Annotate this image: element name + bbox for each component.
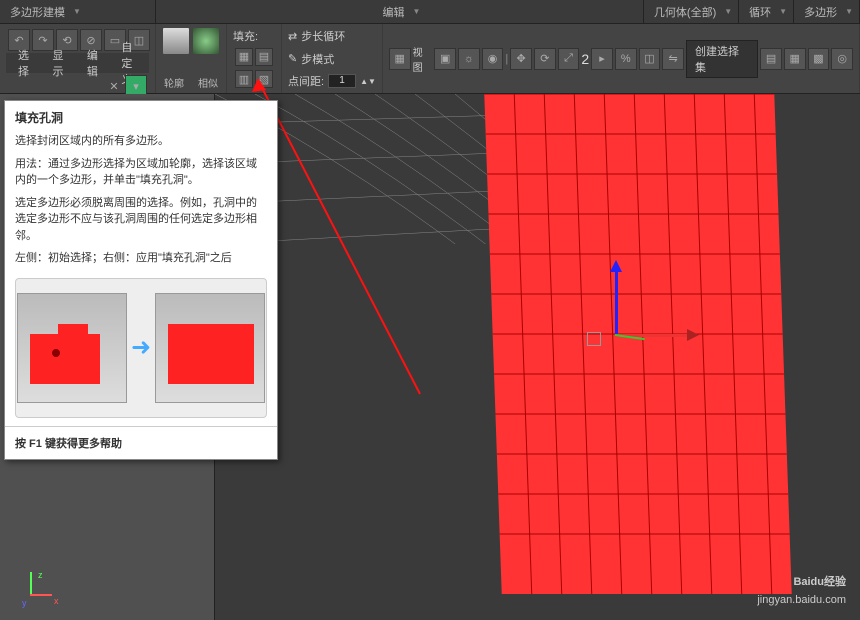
outline-tool-icon[interactable] <box>162 27 190 55</box>
chevron-down-icon: ▼ <box>845 7 853 16</box>
chevron-down-icon: ▼ <box>412 7 420 16</box>
menu-loop[interactable]: 循环 <box>745 4 775 20</box>
fill-label: 填充: <box>233 28 258 44</box>
tooltip-illustration: ➜ <box>15 278 267 418</box>
light-icon[interactable]: ☼ <box>458 48 480 70</box>
menu-edit[interactable]: 编辑 <box>378 4 408 20</box>
percent-icon[interactable]: % <box>615 48 637 70</box>
outline-label: 轮廓 <box>164 75 184 90</box>
step-grow-icon: ⇄ <box>288 30 297 43</box>
fill-mode1-icon[interactable]: ▦ <box>235 48 253 66</box>
create-sel-label[interactable]: 创建选择集 <box>686 40 758 78</box>
viewport-config-icon[interactable]: ▦ <box>389 48 411 70</box>
point-dist-label: 点间距: <box>288 73 324 89</box>
menu-geometry[interactable]: 几何体(全部) <box>650 4 720 20</box>
material-icon[interactable]: ▩ <box>808 48 830 70</box>
watermark-url: jingyan.baidu.com <box>757 594 846 606</box>
after-image <box>155 293 265 403</box>
watermark: Baidu经验 jingyan.baidu.com <box>757 561 846 606</box>
layers-icon[interactable]: ▤ <box>760 48 782 70</box>
rotate-icon[interactable]: ⟳ <box>534 48 556 70</box>
tooltip-usage: 用法：通过多边形选择为区域加轮廓，选择该区域内的一个多边形，并单击"填充孔洞"。 <box>5 153 277 192</box>
watermark-brand: Baidu经验 <box>793 576 846 588</box>
menu-poly-modeling[interactable]: 多边形建模 <box>6 4 69 20</box>
tooltip-footer: 按 F1 键获得更多帮助 <box>5 426 277 459</box>
tab-select[interactable]: 选择 <box>12 45 38 81</box>
step-grow-label[interactable]: 步长循环 <box>301 28 345 44</box>
step-mode-label[interactable]: 步模式 <box>301 51 334 67</box>
gizmo-screen-handle[interactable] <box>587 332 601 346</box>
render-icon[interactable]: ◎ <box>831 48 853 70</box>
chevron-down-icon: ▼ <box>73 7 81 16</box>
tooltip-title: 填充孔洞 <box>5 101 277 130</box>
align-icon[interactable]: ◫ <box>639 48 661 70</box>
main-toolbar: ↶ ↷ ⟲ ⊘ ▭ ◫ 选择 显示 编辑 自定义 ✕ ▾ 轮廓 相似 填充: <box>0 24 860 94</box>
top-menu-bar: 多边形建模 ▼ 编辑 ▼ 几何体(全部) ▼ 循环 ▼ 多边形 ▼ <box>0 0 860 24</box>
mirror-icon[interactable]: ⇋ <box>662 48 684 70</box>
snap-icon[interactable]: ▸ <box>591 48 613 70</box>
step-mode-icon: ✎ <box>288 52 297 65</box>
menu-polygon[interactable]: 多边形 <box>800 4 841 20</box>
similar-label: 相似 <box>198 75 218 90</box>
tooltip-desc: 选择封闭区域内的所有多边形。 <box>5 130 277 153</box>
arrow-right-icon: ➜ <box>131 333 151 362</box>
fill-mode4-icon[interactable]: ▧ <box>255 70 273 88</box>
gizmo-z-axis[interactable] <box>615 264 618 334</box>
tab-edit[interactable]: 编辑 <box>81 45 107 81</box>
help-tooltip: 填充孔洞 选择封闭区域内的所有多边形。 用法：通过多边形选择为区域加轮廓，选择该… <box>4 100 278 460</box>
fill-mode2-icon[interactable]: ▤ <box>255 48 273 66</box>
schematic-icon[interactable]: ▦ <box>784 48 806 70</box>
tab-display[interactable]: 显示 <box>46 45 72 81</box>
tooltip-caption: 左侧：初始选择；右侧：应用"填充孔洞"之后 <box>5 247 277 270</box>
viewport-perspective[interactable] <box>215 94 860 620</box>
poly-edges <box>484 94 791 594</box>
view-label[interactable]: 视图 <box>413 44 433 74</box>
scale-icon[interactable]: ⤢ <box>558 48 580 70</box>
spinner-arrows-icon[interactable]: ▲▼ <box>360 77 376 86</box>
move-icon[interactable]: ✥ <box>510 48 532 70</box>
fill-mode3-icon[interactable]: ▥ <box>235 70 253 88</box>
similar-tool-icon[interactable] <box>192 27 220 55</box>
tooltip-note: 选定多边形必须脱离周围的选择。例如，孔洞中的选定多边形不应与该孔洞周围的任何选定… <box>5 192 277 248</box>
chevron-down-icon: ▼ <box>724 7 732 16</box>
before-image <box>17 293 127 403</box>
show-icon[interactable]: ◉ <box>482 48 504 70</box>
camera-icon[interactable]: ▣ <box>434 48 456 70</box>
chevron-down-icon: ▼ <box>779 7 787 16</box>
selected-polygons[interactable] <box>484 94 791 594</box>
scale-value: 2 <box>581 51 589 67</box>
point-dist-spinner[interactable]: 1 <box>328 74 356 88</box>
close-icon[interactable]: ✕ <box>107 79 121 93</box>
